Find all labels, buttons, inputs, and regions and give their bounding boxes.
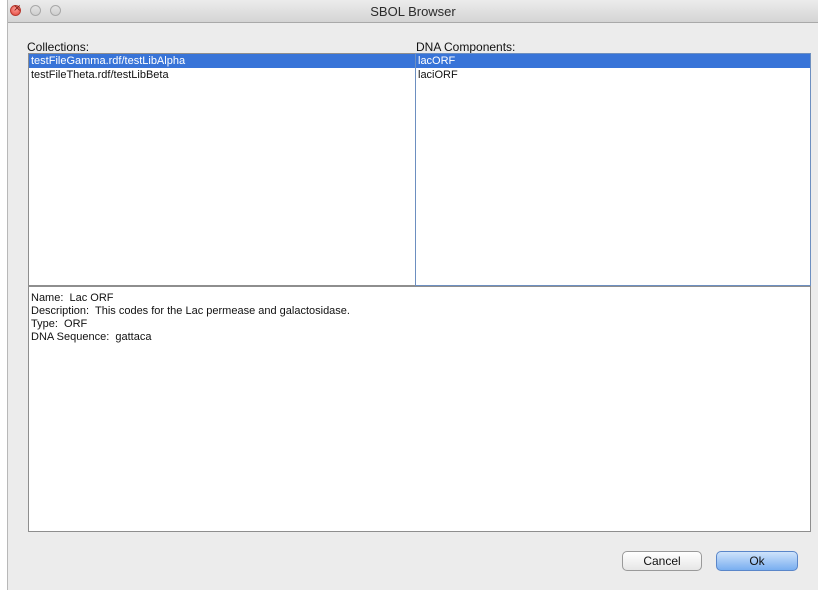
collection-item[interactable]: testFileTheta.rdf/testLibBeta [29, 68, 415, 82]
title-bar[interactable]: SBOL Browser [8, 0, 818, 23]
component-details-panel: Name: Lac ORF Description: This codes fo… [28, 286, 811, 532]
dna-components-list[interactable]: lacORF laciORF [415, 53, 811, 286]
sbol-browser-window: SBOL Browser Collections: testFileGamma.… [7, 0, 818, 590]
ok-button[interactable]: Ok [716, 551, 798, 571]
dna-components-label: DNA Components: [416, 40, 516, 54]
detail-sequence: DNA Sequence: gattaca [31, 331, 152, 343]
detail-name: Name: Lac ORF [31, 292, 114, 304]
window-title: SBOL Browser [370, 4, 456, 19]
detail-type: Type: ORF [31, 318, 88, 330]
detail-description: Description: This codes for the Lac perm… [31, 305, 350, 317]
cancel-button[interactable]: Cancel [622, 551, 702, 571]
component-item[interactable]: lacORF [416, 54, 810, 68]
collections-label: Collections: [27, 40, 90, 54]
collection-item[interactable]: testFileGamma.rdf/testLibAlpha [29, 54, 415, 68]
component-item[interactable]: laciORF [416, 68, 810, 82]
collections-list[interactable]: testFileGamma.rdf/testLibAlpha testFileT… [28, 53, 416, 286]
